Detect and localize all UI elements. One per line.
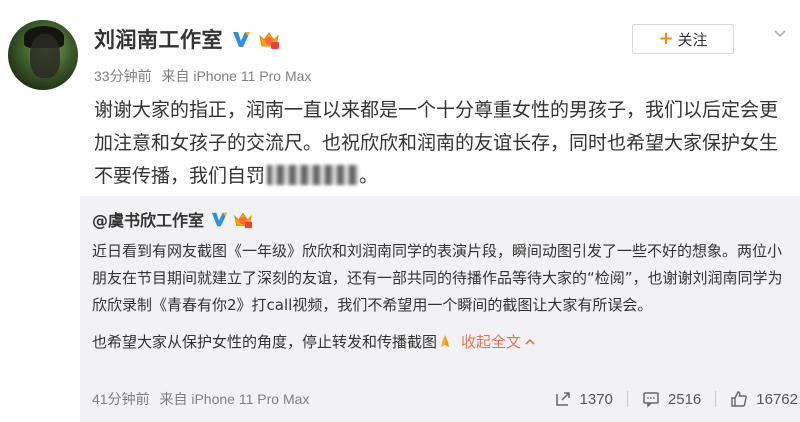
repost-text: 近日看到有网友截图《一年级》欣欣和刘润南同学的表演片段，瞬间动图引发了一些不好的… [92, 238, 792, 356]
blurred-text-redaction [267, 165, 360, 185]
post-text: 谢谢大家的指正，润南一直以来都是一个十分尊重女性的男孩子，我们以后定会更加注意和… [94, 94, 788, 193]
repost-paragraph-text: 也希望大家从保护女性的角度，停止转发和传播截图 [92, 333, 438, 351]
comment-button[interactable]: 2516 [642, 390, 701, 408]
repost-author-row: @虞书欣工作室 [92, 206, 254, 232]
repost-icon [555, 392, 570, 406]
repost-footer: 41分钟前 来自 iPhone 11 Pro Max 1370 2516 167… [92, 386, 798, 412]
verified-v-icon [233, 32, 250, 47]
chevron-down-icon[interactable] [772, 26, 788, 42]
divider [715, 391, 717, 407]
repost-button[interactable]: 1370 [554, 390, 613, 408]
thumbs-up-icon [731, 391, 748, 407]
repost-meta: 41分钟前 来自 iPhone 11 Pro Max [92, 389, 309, 409]
plus-icon: + [658, 28, 674, 49]
post-source: 来自 iPhone 11 Pro Max [161, 68, 312, 84]
author-row: 刘润南工作室 [94, 24, 281, 54]
repost-source: 来自 iPhone 11 Pro Max [159, 391, 310, 407]
follow-button[interactable]: + 关注 [632, 24, 734, 54]
repost-author-name[interactable]: @虞书欣工作室 [92, 207, 204, 231]
like-button[interactable]: 16762 [730, 390, 798, 408]
like-count: 16762 [756, 390, 798, 408]
post-text-body: 谢谢大家的指正，润南一直以来都是一个十分尊重女性的男孩子，我们以后定会更加注意和… [94, 99, 779, 187]
avatar-face [30, 34, 60, 78]
repost-count: 1370 [579, 390, 613, 408]
divider [626, 391, 628, 407]
repost-paragraph: 也希望大家从保护女性的角度，停止转发和传播截图 收起全文 [92, 329, 792, 356]
author-name[interactable]: 刘润南工作室 [94, 24, 223, 54]
vip-crown-icon [259, 32, 279, 49]
repost-time[interactable]: 41分钟前 [92, 391, 150, 407]
verified-v-icon [211, 212, 228, 227]
post-meta: 33分钟前 来自 iPhone 11 Pro Max [94, 66, 311, 86]
action-bar: 1370 2516 16762 [554, 386, 798, 412]
follow-label: 关注 [677, 30, 708, 49]
avatar[interactable] [8, 20, 78, 90]
chevron-up-icon [525, 338, 535, 345]
post-text-end: 。 [359, 165, 379, 187]
pray-emoji-icon [441, 335, 450, 347]
weibo-post: 刘润南工作室 33分钟前 来自 iPhone 11 Pro Max + 关注 谢… [0, 0, 800, 422]
reposted-content: @虞书欣工作室 近日看到有网友截图《一年级》欣欣和刘润南同学的表演片段，瞬间动图… [80, 196, 800, 422]
vip-crown-icon [234, 212, 253, 229]
comment-icon [643, 392, 659, 408]
post-time[interactable]: 33分钟前 [94, 68, 152, 84]
comment-count: 2516 [667, 390, 702, 408]
collapse-label: 收起全文 [461, 333, 522, 351]
collapse-text-link[interactable]: 收起全文 [461, 333, 535, 351]
repost-paragraph: 近日看到有网友截图《一年级》欣欣和刘润南同学的表演片段，瞬间动图引发了一些不好的… [92, 242, 783, 314]
